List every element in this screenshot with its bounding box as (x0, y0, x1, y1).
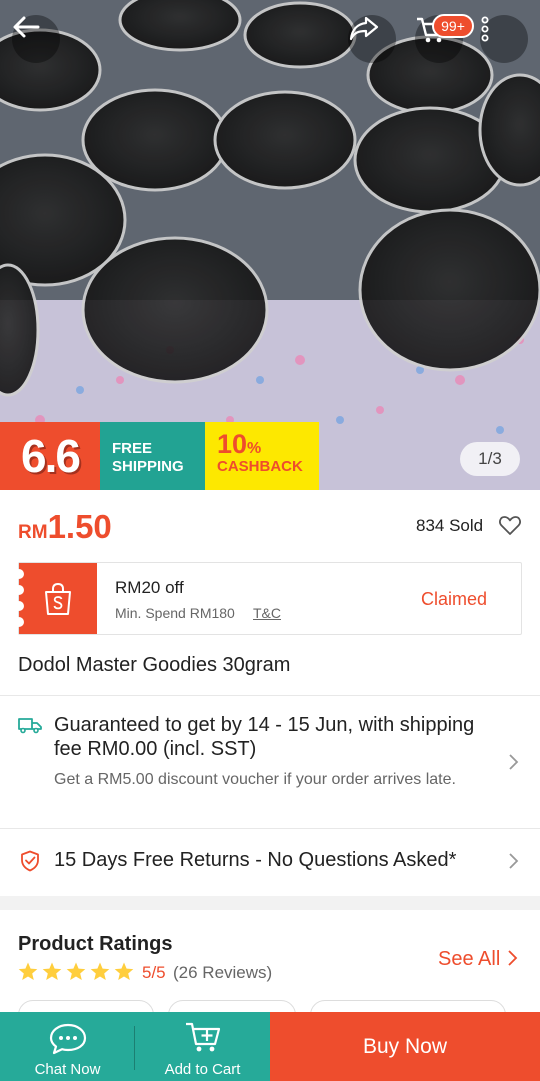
truck-icon (18, 718, 42, 734)
cashback-badge: 10% CASHBACK (205, 422, 319, 490)
shield-icon (21, 850, 39, 872)
star-icon (90, 962, 110, 980)
bottom-action-bar: Chat Now Add to Cart Buy Now (0, 1012, 540, 1081)
section-gap (0, 896, 540, 910)
rating-count: (26 Reviews) (173, 963, 273, 982)
free-shipping-badge: FREE SHIPPING (100, 422, 205, 490)
price-amount: 1.50 (47, 508, 112, 545)
voucher-tc-link[interactable]: T&C (253, 605, 281, 621)
chevron-right-icon (508, 950, 518, 966)
back-arrow-icon (13, 16, 40, 38)
shop-voucher[interactable]: RM20 off Min. Spend RM180 T&C Claimed (14, 562, 522, 635)
more-button[interactable] (480, 15, 528, 63)
product-title: Dodol Master Goodies 30gram (18, 654, 291, 676)
cashback-value: 10 (217, 429, 248, 459)
shipping-guarantee-text: Guaranteed to get by 14 - 15 Jun, with s… (54, 714, 475, 760)
divider (0, 695, 540, 696)
cashback-percent: % (247, 440, 262, 457)
add-to-cart-button[interactable]: Add to Cart (135, 1012, 270, 1081)
shopping-bag-icon (45, 582, 71, 615)
ratings-title: Product Ratings (18, 933, 173, 955)
more-icon (481, 16, 489, 42)
chevron-right-icon (509, 754, 519, 770)
voucher-title: RM20 off (115, 578, 184, 597)
price-currency: RM (18, 522, 48, 543)
sale-66-badge: 6.6 (0, 422, 100, 490)
add-to-cart-label: Add to Cart (164, 1061, 241, 1078)
product-image[interactable]: 99+ 6.6 FREE SHIPPING 10% CASHBACK 1/3 (0, 0, 540, 490)
see-all-ratings-link[interactable]: See All (438, 948, 518, 971)
heart-icon[interactable] (498, 514, 522, 536)
buy-now-button[interactable]: Buy Now (270, 1012, 540, 1081)
returns-text: 15 Days Free Returns - No Questions Aske… (54, 849, 457, 871)
voucher-status: Claimed (420, 589, 487, 609)
image-pager: 1/3 (460, 442, 520, 476)
share-button[interactable] (348, 15, 396, 63)
chevron-right-icon (509, 853, 519, 869)
rating-score: 5/5 (142, 963, 166, 982)
voucher-icon-area (14, 563, 97, 634)
chat-icon (49, 1023, 86, 1055)
star-icon (114, 962, 134, 980)
chat-now-button[interactable]: Chat Now (0, 1012, 135, 1081)
product-photo (0, 0, 540, 490)
divider (0, 828, 540, 829)
add-to-cart-icon (185, 1022, 220, 1052)
cashback-label: CASHBACK (217, 458, 303, 475)
sold-count: 834 Sold (416, 516, 484, 535)
cart-count-badge: 99+ (432, 14, 474, 38)
shipping-voucher-note: Get a RM5.00 discount voucher if your or… (54, 771, 456, 788)
star-icon (66, 962, 86, 980)
share-icon (349, 16, 379, 41)
star-icon (18, 962, 38, 980)
voucher-min-spend: Min. Spend RM180 (115, 605, 235, 621)
back-button[interactable] (12, 15, 60, 63)
free-shipping-line1: FREE (112, 440, 153, 457)
free-shipping-line2: SHIPPING (112, 458, 184, 475)
chat-now-label: Chat Now (34, 1061, 101, 1078)
product-price: RM1.50 (18, 508, 112, 546)
see-all-label: See All (438, 948, 501, 970)
rating-stars (18, 962, 134, 981)
star-icon (42, 962, 62, 980)
